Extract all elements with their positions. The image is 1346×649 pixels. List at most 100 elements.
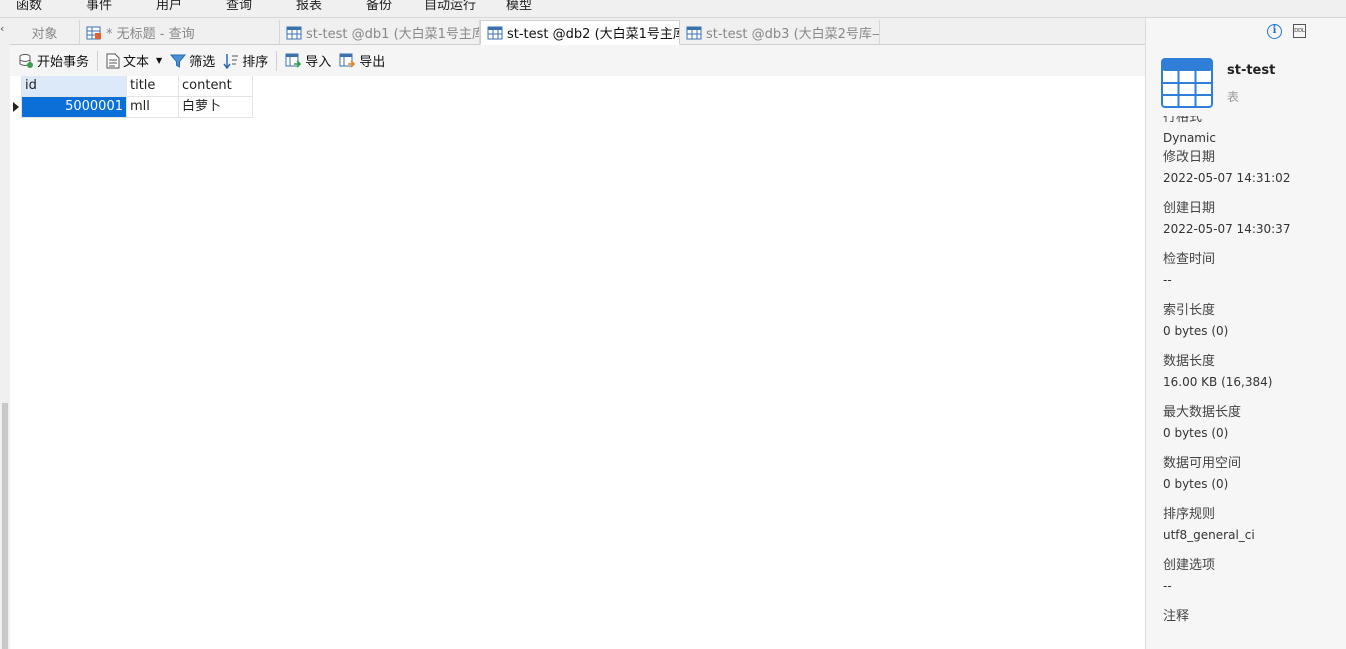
property-create-options: 创建选项 -- [1163, 556, 1343, 607]
cell-id[interactable]: 5000001 [22, 97, 127, 118]
property-comment: 注释 [1163, 607, 1343, 649]
table-large-icon [1161, 58, 1213, 108]
property-key: 排序规则 [1163, 507, 1216, 522]
sort-icon [223, 53, 239, 69]
column-header-title[interactable]: title [127, 76, 179, 97]
property-data-free: 数据可用空间 0 bytes (0) [1163, 454, 1343, 505]
cell-content[interactable]: 白萝卜 [179, 97, 253, 118]
tab-st-test-db1[interactable]: st-test @db1 (大白菜1号主库... [280, 20, 480, 45]
chevron-down-icon[interactable]: ▼ [156, 56, 162, 65]
export-button[interactable]: 导出 [335, 48, 389, 74]
property-list: Dynamic 修改日期 2022-05-07 14:31:02 创建日期 20… [1163, 116, 1343, 649]
menu-item-model[interactable]: 模型 [506, 0, 532, 13]
grid-header-row: id title content [10, 76, 253, 97]
property-value: 0 bytes (0) [1163, 477, 1229, 491]
property-value: -- [1163, 273, 1172, 287]
property-row-format: Dynamic [1163, 116, 1343, 148]
property-modified-date: 修改日期 2022-05-07 14:31:02 [1163, 148, 1343, 199]
table-row[interactable]: 5000001 mll 白萝卜 [10, 97, 253, 118]
tab-label: 对象 [31, 27, 58, 42]
property-index-length: 索引长度 0 bytes (0) [1163, 301, 1343, 352]
import-icon [285, 53, 302, 68]
cell-title[interactable]: mll [127, 97, 179, 118]
data-grid: id title content 5000001 mll 白萝卜 [10, 76, 253, 118]
import-button[interactable]: 导入 [281, 48, 335, 74]
panel-toolbar: i DDL [1146, 18, 1346, 44]
menu-item-automation[interactable]: 自动运行 [424, 0, 476, 13]
menu-item-reports[interactable]: 报表 [296, 0, 322, 13]
property-check-time: 检查时间 -- [1163, 250, 1343, 301]
property-key: 最大数据长度 [1163, 405, 1242, 420]
property-value: 0 bytes (0) [1163, 324, 1229, 338]
tab-objects[interactable]: 对象 [10, 20, 80, 45]
tab-label: st-test @db2 (大白菜1号主库... [507, 27, 680, 42]
tab-label: st-test @db3 (大白菜2号库—... [706, 27, 880, 42]
menu-item-functions[interactable]: 函数 [16, 0, 42, 13]
menu-item-backup[interactable]: 备份 [366, 0, 392, 13]
text-view-label: 文本 [123, 55, 150, 70]
property-value: 0 bytes (0) [1163, 426, 1229, 440]
property-key: 数据长度 [1163, 354, 1216, 369]
begin-transaction-label: 开始事务 [37, 55, 90, 70]
column-header-id[interactable]: id [22, 76, 127, 97]
tab-st-test-db2[interactable]: st-test @db2 (大白菜1号主库... [480, 20, 680, 45]
property-value: -- [1163, 579, 1172, 593]
export-label: 导出 [359, 55, 386, 70]
property-key: 修改日期 [1163, 150, 1216, 165]
ddl-label: DDL [1294, 28, 1305, 34]
export-icon [339, 53, 356, 68]
tab-st-test-db3[interactable]: st-test @db3 (大白菜2号库—... [680, 20, 880, 45]
filter-label: 筛选 [189, 55, 216, 70]
info-icon[interactable]: i [1267, 24, 1282, 39]
property-key: 数据可用空间 [1163, 456, 1242, 471]
menu-item-users[interactable]: 用户 [156, 0, 182, 13]
table-icon [286, 26, 302, 39]
filter-icon [170, 54, 187, 68]
collapse-arrow-icon[interactable]: ‹ [0, 22, 4, 35]
object-info-panel: i DDL st-test 表 行格式 Dynamic 修改日期 2022-05… [1145, 18, 1346, 649]
app-window: { "menubar": { "items": ["函数", "事件", "用户… [0, 0, 1346, 649]
property-collation: 排序规则 utf8_general_ci [1163, 505, 1343, 556]
left-sidebar-collapsed: ‹ [0, 18, 10, 649]
property-key: 创建选项 [1163, 558, 1216, 573]
property-key: 注释 [1163, 609, 1190, 624]
sort-button[interactable]: 排序 [219, 48, 272, 74]
tab-bar: 对象 * 无标题 - 查询 st-test @db1 (大白菜1号主库... s… [10, 18, 1145, 45]
property-data-length: 数据长度 16.00 KB (16,384) [1163, 352, 1343, 403]
property-value [1163, 627, 1343, 647]
table-icon [487, 26, 503, 39]
current-row-arrow-icon [13, 102, 19, 112]
query-icon [86, 26, 101, 39]
property-value: 16.00 KB (16,384) [1163, 375, 1273, 389]
data-toolbar: 开始事务 文本 ▼ 筛选 排序 导入 导出 [10, 45, 1145, 76]
sidebar-scrollbar[interactable] [2, 403, 8, 649]
menu-item-events[interactable]: 事件 [86, 0, 112, 13]
object-type: 表 [1227, 90, 1240, 104]
property-key: 检查时间 [1163, 252, 1216, 267]
filter-button[interactable]: 筛选 [166, 48, 219, 74]
menu-bar: 函数 事件 用户 查询 报表 备份 自动运行 模型 [0, 0, 1346, 18]
table-icon [686, 26, 702, 39]
column-header-content[interactable]: content [179, 76, 253, 97]
row-marker[interactable] [10, 97, 22, 118]
toolbar-divider [97, 50, 99, 71]
begin-transaction-button[interactable]: 开始事务 [14, 48, 93, 74]
document-icon [106, 53, 120, 68]
tab-untitled-query[interactable]: * 无标题 - 查询 [80, 20, 280, 45]
import-label: 导入 [305, 55, 332, 70]
object-name: st-test [1227, 63, 1276, 78]
property-created-date: 创建日期 2022-05-07 14:30:37 [1163, 199, 1343, 250]
property-value: 2022-05-07 14:30:37 [1163, 222, 1291, 236]
tab-label: * 无标题 - 查询 [106, 27, 195, 42]
property-key: 索引长度 [1163, 303, 1216, 318]
menu-item-query[interactable]: 查询 [226, 0, 252, 13]
tab-label: st-test @db1 (大白菜1号主库... [306, 27, 480, 42]
property-key: 创建日期 [1163, 201, 1216, 216]
header-marker-cell [10, 76, 22, 97]
text-view-button[interactable]: 文本 ▼ [102, 48, 166, 74]
toolbar-divider [276, 50, 278, 71]
property-value: utf8_general_ci [1163, 528, 1255, 542]
property-max-data-length: 最大数据长度 0 bytes (0) [1163, 403, 1343, 454]
ddl-icon[interactable]: DDL [1293, 24, 1306, 38]
sort-label: 排序 [242, 55, 269, 70]
